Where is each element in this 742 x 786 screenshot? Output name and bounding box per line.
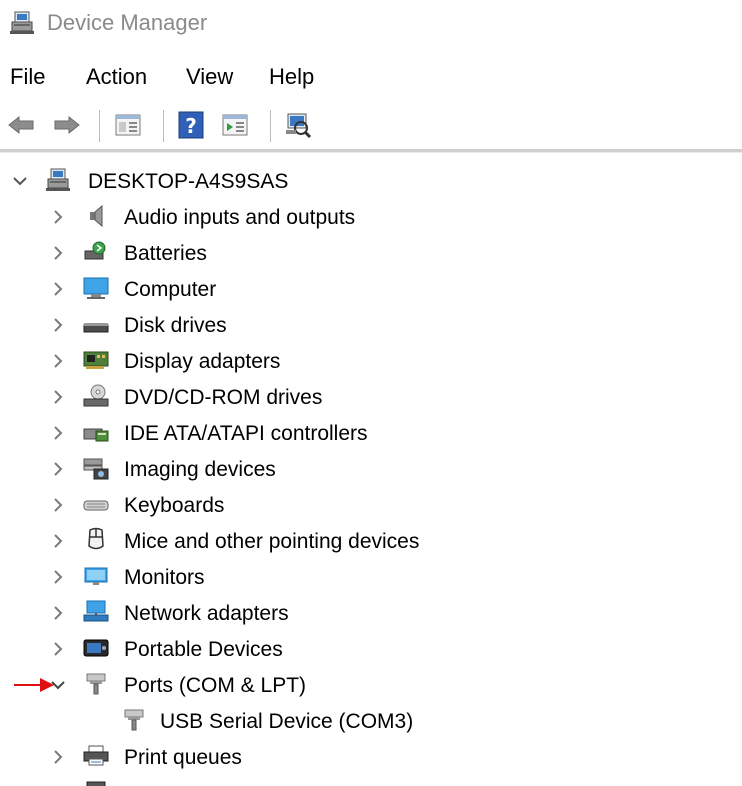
tree-item-mice[interactable]: Mice and other pointing devices [0, 524, 742, 558]
tree-item-ports[interactable]: Ports (COM & LPT) [0, 668, 742, 702]
menu-file[interactable]: File [10, 64, 45, 90]
chevron-right-icon[interactable] [50, 749, 66, 765]
processor-icon [86, 781, 106, 786]
tree-item-partial [0, 776, 742, 786]
chevron-right-icon[interactable] [50, 209, 66, 225]
scan-hardware-icon[interactable] [283, 110, 313, 140]
printer-icon [83, 745, 109, 766]
tree-item-label: DVD/CD-ROM drives [124, 386, 323, 409]
tree-item-label: Portable Devices [124, 638, 283, 661]
tree-item-display-adapters[interactable]: Display adapters [0, 344, 742, 378]
chevron-right-icon[interactable] [50, 605, 66, 621]
tree-item-portable-devices[interactable]: Portable Devices [0, 632, 742, 666]
toolbar-separator [163, 110, 164, 142]
help-icon[interactable]: ? [176, 110, 206, 140]
portable-device-icon [83, 639, 109, 657]
computer-icon [83, 277, 109, 299]
port-icon [124, 709, 144, 731]
chevron-right-icon[interactable] [50, 317, 66, 333]
toolbar: ? [0, 106, 742, 146]
chevron-right-icon[interactable] [50, 353, 66, 369]
mouse-icon [88, 527, 104, 550]
tree-item-usb-serial-device[interactable]: USB Serial Device (COM3) [0, 704, 742, 738]
tree-item-dvd-drives[interactable]: DVD/CD-ROM drives [0, 380, 742, 414]
chevron-down-icon[interactable] [50, 677, 66, 693]
tree-item-audio[interactable]: Audio inputs and outputs [0, 200, 742, 234]
tree-root-label: DESKTOP-A4S9SAS [88, 170, 289, 193]
tree-item-monitors[interactable]: Monitors [0, 560, 742, 594]
tree-item-label: Disk drives [124, 314, 227, 337]
menu-bar: File Action View Help [0, 60, 742, 94]
tree-item-batteries[interactable]: Batteries [0, 236, 742, 270]
properties-icon[interactable] [113, 110, 143, 140]
update-driver-icon[interactable] [220, 110, 250, 140]
dvd-drive-icon [83, 384, 109, 407]
tree-item-label: Network adapters [124, 602, 289, 625]
menu-help[interactable]: Help [269, 64, 314, 90]
tree-item-label: Ports (COM & LPT) [124, 674, 307, 697]
menu-view[interactable]: View [186, 64, 233, 90]
tree-item-label: Batteries [124, 242, 207, 265]
tree-item-label: Display adapters [124, 350, 281, 373]
tree-item-disk-drives[interactable]: Disk drives [0, 308, 742, 342]
chevron-right-icon[interactable] [50, 461, 66, 477]
toolbar-separator [270, 110, 271, 142]
keyboard-icon [83, 500, 109, 511]
svg-text:?: ? [185, 114, 197, 138]
tree-root[interactable]: DESKTOP-A4S9SAS [0, 164, 742, 198]
port-icon [86, 673, 106, 695]
tree-item-label: Mice and other pointing devices [124, 530, 420, 553]
chevron-right-icon[interactable] [50, 389, 66, 405]
disk-drive-icon [83, 323, 109, 333]
title-bar: Device Manager [0, 0, 742, 48]
pane-divider-highlight [0, 152, 742, 153]
chevron-right-icon[interactable] [50, 281, 66, 297]
window-title: Device Manager [47, 10, 208, 35]
chevron-right-icon[interactable] [50, 245, 66, 261]
tree-item-label: Computer [124, 278, 217, 301]
chevron-right-icon[interactable] [50, 641, 66, 657]
tree-item-label: USB Serial Device (COM3) [160, 710, 414, 733]
tree-item-label: Print queues [124, 746, 242, 769]
tree-item-label: IDE ATA/ATAPI controllers [124, 422, 368, 445]
tree-item-keyboards[interactable]: Keyboards [0, 488, 742, 522]
battery-icon [84, 241, 106, 260]
chevron-right-icon[interactable] [50, 533, 66, 549]
toolbar-separator [99, 110, 100, 142]
tree-item-label: Keyboards [124, 494, 225, 517]
tree-item-imaging-devices[interactable]: Imaging devices [0, 452, 742, 486]
ide-controller-icon [83, 428, 109, 442]
forward-arrow-icon[interactable] [52, 110, 82, 140]
speaker-icon [90, 204, 103, 228]
tree-item-print-queues[interactable]: Print queues [0, 740, 742, 774]
chevron-right-icon[interactable] [50, 497, 66, 513]
tree-item-computer[interactable]: Computer [0, 272, 742, 306]
display-adapter-icon [83, 351, 109, 369]
chevron-right-icon[interactable] [50, 425, 66, 441]
chevron-down-icon[interactable] [12, 173, 28, 189]
monitor-icon [84, 567, 108, 585]
back-arrow-icon[interactable] [6, 110, 36, 140]
tree-item-ide-controllers[interactable]: IDE ATA/ATAPI controllers [0, 416, 742, 450]
chevron-right-icon[interactable] [50, 569, 66, 585]
tree-item-label: Audio inputs and outputs [124, 206, 356, 229]
tree-item-label: Monitors [124, 566, 205, 589]
device-manager-icon [10, 11, 34, 34]
menu-action[interactable]: Action [86, 64, 147, 90]
tree-item-label: Imaging devices [124, 458, 276, 481]
camera-icon [83, 458, 109, 480]
network-adapter-icon [83, 600, 109, 622]
computer-root-icon [46, 168, 70, 191]
tree-item-network-adapters[interactable]: Network adapters [0, 596, 742, 630]
